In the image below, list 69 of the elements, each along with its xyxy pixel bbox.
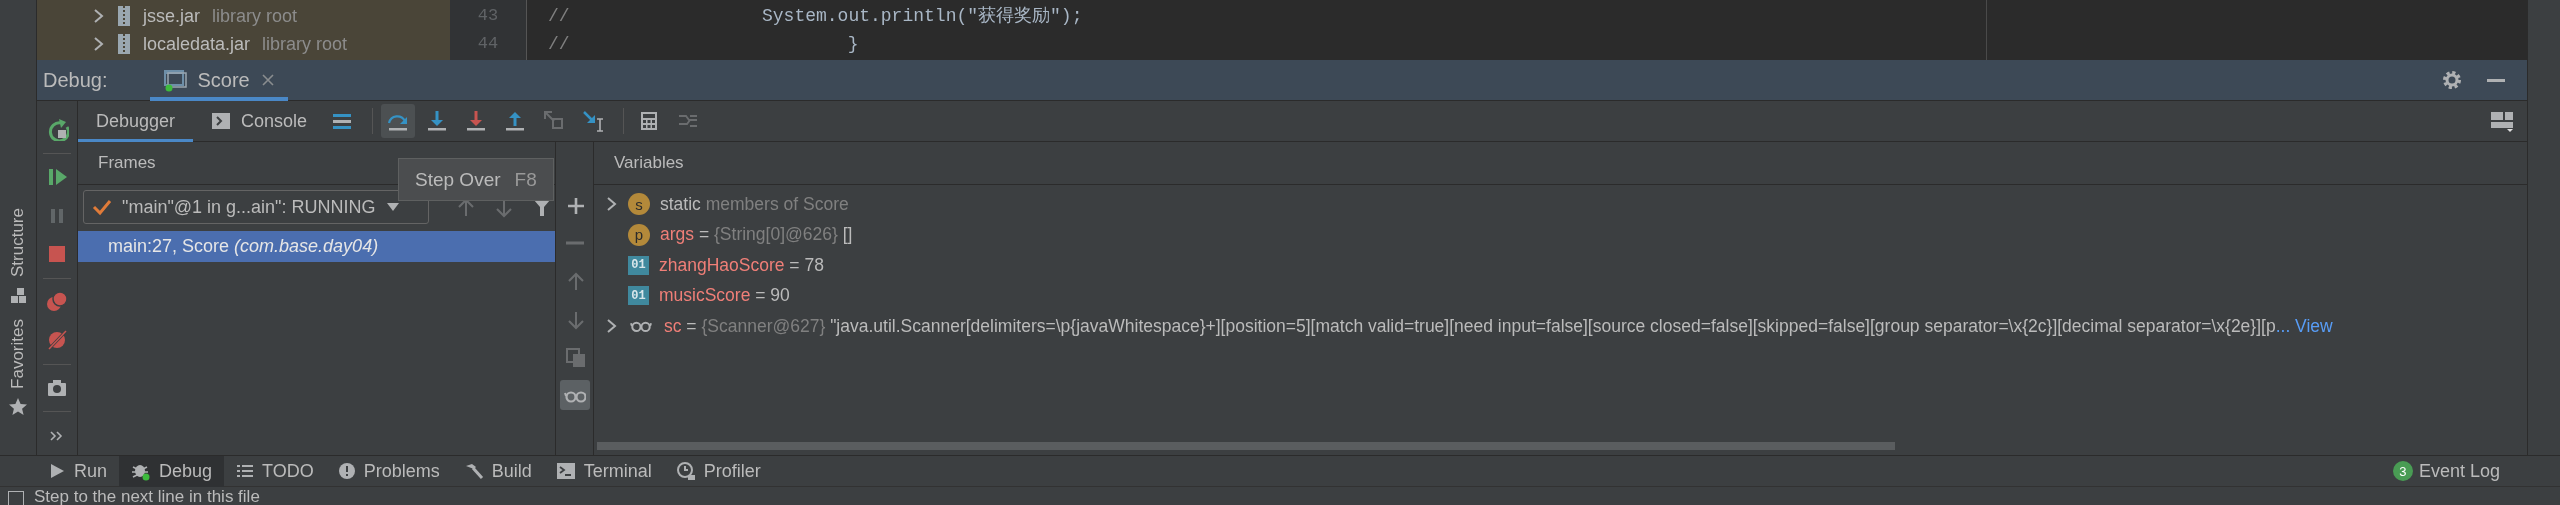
tool-window-tab[interactable]: Profiler — [663, 455, 773, 487]
list-icon — [236, 462, 255, 480]
pane-title: Frames — [98, 153, 156, 173]
status-text: Step to the next line in this file — [34, 487, 260, 505]
comment-marker: // — [548, 5, 571, 28]
variable-entry[interactable]: musicScore = 90 — [659, 285, 790, 307]
mute-breakpoints-icon — [45, 328, 69, 353]
dropdown-caret-icon — [385, 202, 400, 212]
tool-window-tab[interactable]: Terminal — [543, 455, 664, 487]
copy-icon — [563, 346, 586, 368]
jar-icon — [117, 5, 131, 27]
field-icon: 01 — [628, 255, 649, 275]
tree-item-hint: library root — [262, 33, 348, 55]
tool-window-tab[interactable]: Build — [451, 455, 544, 487]
variable-entry[interactable]: zhangHaoScore = 78 — [659, 254, 824, 276]
close-icon[interactable] — [259, 72, 276, 88]
run-to-cursor-icon — [581, 109, 606, 133]
tool-window-tab[interactable]: Structure — [8, 208, 28, 277]
status-icon — [8, 491, 24, 505]
terminal-icon — [555, 462, 576, 480]
profiler-icon — [675, 461, 696, 481]
run-config-tab[interactable]: Score — [149, 59, 288, 101]
count-badge: 3 — [2392, 461, 2413, 481]
tool-window-tab[interactable]: Problems — [325, 455, 452, 487]
tool-window-tab[interactable]: Debug — [119, 455, 225, 487]
pane-title: Variables — [614, 153, 684, 173]
checkmark-icon — [92, 198, 112, 216]
variable-type-icon: s — [628, 193, 650, 216]
thread-dropdown[interactable]: "main"@1 in g...ain": RUNNING — [83, 190, 429, 224]
event-log-button[interactable]: 3 Event Log — [2392, 460, 2500, 482]
variable-entry[interactable]: args = {String[0]@626} [] — [660, 224, 853, 246]
layout-icon[interactable] — [2489, 109, 2515, 133]
scrollbar-thumb[interactable] — [597, 442, 1895, 450]
glasses-button[interactable] — [559, 380, 590, 410]
panel-tab[interactable]: Debugger — [78, 100, 194, 142]
variable-entry[interactable]: sc = {Scanner@627} "java.util.Scanner[delimiters=\p{javaWhitespace}+][position=5][match valid=true][need input=false][source closed=false][skipped=false][group separator=\x{2c}][decimal separator=\x{2e}][p... View — [664, 315, 2333, 337]
tree-item-label[interactable]: jsse.jar — [143, 5, 200, 27]
star-icon — [8, 396, 28, 417]
chevron-right-icon[interactable] — [93, 8, 105, 24]
console-icon — [211, 111, 232, 131]
warning-icon — [337, 462, 356, 480]
tooltip-text: Step Over — [415, 168, 501, 191]
chevron-right-icon[interactable] — [606, 196, 618, 213]
tree-item-hint: library root — [212, 5, 298, 27]
shortcut-hint: F8 — [514, 168, 537, 191]
stack-frame[interactable]: main:27, Score (com.base.day04) — [78, 231, 555, 262]
structure-icon — [8, 285, 28, 305]
window-icon — [161, 68, 188, 92]
remove-icon — [563, 241, 586, 245]
code-line: } — [847, 33, 859, 56]
step-over-button[interactable] — [381, 104, 416, 138]
comment-marker: // — [548, 33, 571, 56]
jar-icon — [117, 33, 131, 55]
variable-type-icon: p — [628, 223, 650, 246]
panel-tab[interactable]: Console — [193, 100, 326, 142]
code-line: System.out.println("获得奖励"); — [761, 5, 1083, 28]
run-icon — [48, 462, 66, 480]
tool-window-tab[interactable]: TODO — [224, 455, 326, 487]
tool-window-tab[interactable]: Run — [36, 455, 120, 487]
chevron-right-icon[interactable] — [93, 36, 105, 52]
tool-window-tab[interactable]: Favorites — [8, 319, 28, 389]
view-link[interactable]: ... View — [2275, 315, 2333, 336]
chevron-right-icon[interactable] — [606, 318, 618, 335]
variable-entry[interactable]: static members of Score — [660, 193, 849, 215]
breakpoints-icon — [45, 289, 69, 314]
settings-icon[interactable] — [2441, 69, 2463, 91]
field-icon: 01 — [628, 286, 649, 306]
tree-item-label[interactable]: localedata.jar — [143, 33, 251, 55]
panel-title: Debug: — [43, 68, 108, 92]
